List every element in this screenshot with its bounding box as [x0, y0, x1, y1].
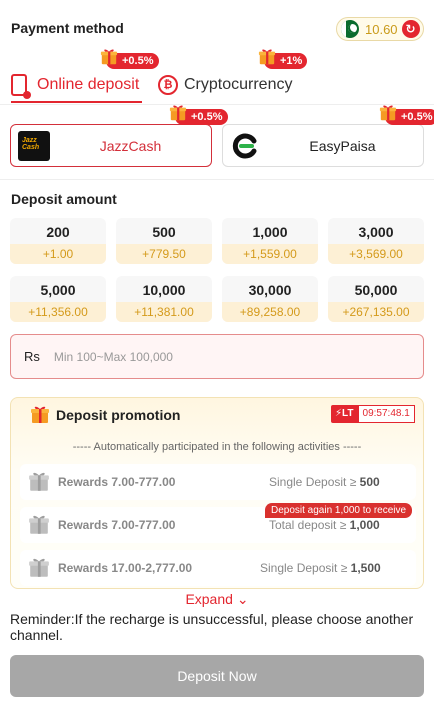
divider: [0, 179, 434, 180]
amount-option[interactable]: 10,000 +11,381.00: [116, 276, 212, 322]
gift-icon: [29, 515, 49, 534]
tab-cryptocurrency[interactable]: ₿ Cryptocurrency: [158, 70, 292, 100]
reward-label: Rewards 17.00-2,777.00: [58, 561, 193, 575]
page-title: Payment method: [11, 20, 124, 36]
reward-condition: Total deposit ≥ 1,000: [269, 518, 380, 532]
reward-row: Rewards 17.00-2,777.00 Single Deposit ≥ …: [20, 550, 416, 586]
tab-bonus-badge: +1%: [258, 49, 308, 69]
amount-input[interactable]: [53, 349, 354, 364]
amount-bonus: +89,258.00: [222, 302, 318, 322]
tab-bonus-badge: +0.5%: [100, 49, 159, 69]
chevron-down-icon: ⌄: [236, 591, 249, 607]
easypaisa-logo: [232, 133, 257, 158]
amount-bonus: +1,559.00: [222, 244, 318, 264]
refresh-icon[interactable]: ↻: [401, 20, 420, 38]
channel-jazzcash[interactable]: Jazz Cash JazzCash: [10, 124, 212, 167]
amount-option[interactable]: 500 +779.50: [116, 218, 212, 264]
amount-value: 1,000: [252, 224, 288, 240]
amount-bonus: +267,135.00: [328, 302, 424, 322]
pakistan-flag-icon: [341, 20, 359, 38]
amount-bonus: +3,569.00: [328, 244, 424, 264]
amount-bonus: +1.00: [10, 244, 106, 264]
gift-icon: [169, 105, 187, 121]
promotion-note: ----- Automatically participated in the …: [72, 441, 362, 453]
gift-icon: [31, 406, 49, 423]
reward-condition: Single Deposit ≥ 500: [269, 475, 380, 489]
channel-name: EasyPaisa: [309, 137, 376, 154]
amount-input-box[interactable]: Rs: [10, 334, 424, 379]
reward-label: Rewards 7.00-777.00: [58, 475, 176, 489]
reward-row: Rewards 7.00-777.00 Single Deposit ≥ 500: [20, 464, 416, 500]
amount-option[interactable]: 1,000 +1,559.00: [222, 218, 318, 264]
amount-bonus: +11,356.00: [10, 302, 106, 322]
amount-value: 200: [46, 224, 70, 240]
jazzcash-logo: Jazz Cash: [18, 130, 50, 161]
phone-icon: [11, 74, 31, 99]
amount-value: 30,000: [248, 282, 292, 298]
tab-online-deposit[interactable]: Online deposit: [11, 70, 139, 100]
amount-option[interactable]: 200 +1.00: [10, 218, 106, 264]
currency-label: Rs: [24, 349, 40, 364]
gift-icon: [29, 472, 49, 491]
deposit-now-button[interactable]: Deposit Now: [10, 655, 424, 697]
amount-value: 50,000: [354, 282, 398, 298]
reminder-text: Reminder:If the recharge is unsuccessful…: [10, 611, 414, 643]
reward-condition: Single Deposit ≥ 1,500: [260, 561, 381, 575]
gift-icon: [258, 49, 276, 65]
amount-option[interactable]: 30,000 +89,258.00: [222, 276, 318, 322]
amount-value: 5,000: [40, 282, 76, 298]
channel-bonus-badge: +0.5%: [379, 105, 434, 125]
gift-icon: [100, 49, 118, 65]
expand-label: Expand: [185, 591, 233, 607]
channel-easypaisa[interactable]: EasyPaisa: [222, 124, 424, 167]
promotion-timer: ⚡LT 09:57:48.1: [331, 405, 415, 423]
reward-label: Rewards 7.00-777.00: [58, 518, 176, 532]
tab-label: Online deposit: [37, 76, 140, 93]
lightning-icon: ⚡LT: [331, 405, 358, 423]
divider: [0, 104, 434, 105]
channel-bonus-badge: +0.5%: [169, 105, 228, 125]
deposit-again-tag: Deposit again 1,000 to receive: [265, 503, 413, 518]
amount-option[interactable]: 5,000 +11,356.00: [10, 276, 106, 322]
deposit-amount-title: Deposit amount: [11, 191, 117, 207]
amount-option[interactable]: 3,000 +3,569.00: [328, 218, 424, 264]
crypto-coin-icon: ₿: [158, 75, 178, 95]
promotion-title: Deposit promotion: [56, 407, 181, 423]
balance-value: 10.60: [365, 21, 398, 37]
amount-value: 10,000: [142, 282, 186, 298]
gift-icon: [379, 105, 397, 121]
amount-bonus: +11,381.00: [116, 302, 212, 322]
expand-button[interactable]: Expand ⌄: [0, 591, 434, 608]
amount-value: 3,000: [358, 224, 394, 240]
countdown: 09:57:48.1: [357, 405, 415, 423]
amount-option[interactable]: 50,000 +267,135.00: [328, 276, 424, 322]
amount-bonus: +779.50: [116, 244, 212, 264]
amount-value: 500: [152, 224, 176, 240]
active-tab-indicator: [11, 101, 142, 103]
gift-icon: [29, 558, 49, 577]
tab-label: Cryptocurrency: [184, 76, 293, 93]
balance-widget: 10.60 ↻: [336, 17, 424, 41]
channel-name: JazzCash: [99, 137, 162, 154]
